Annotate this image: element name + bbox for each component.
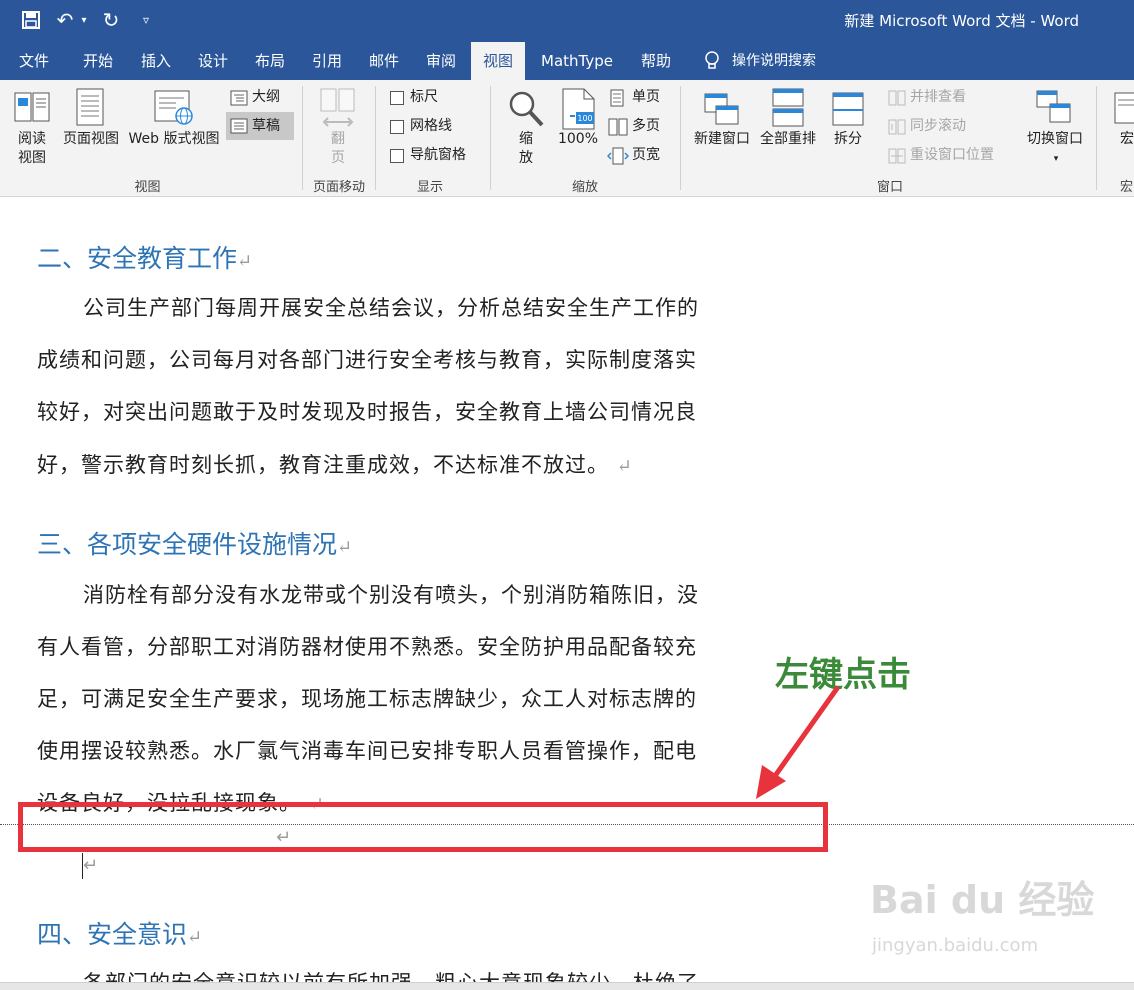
print-layout-label[interactable]: 页面视图 — [58, 130, 124, 149]
gridlines-checkbox[interactable] — [390, 120, 404, 134]
ribbon-view: 阅读 视图 页面视图 Web 版式视图 大纲 草稿 视图 翻页 页面移动 标尺 网… — [0, 80, 1134, 197]
paragraph-mark: ↵ — [83, 855, 99, 876]
tab-view[interactable]: 视图 — [471, 42, 525, 80]
group-separator — [490, 86, 491, 190]
highlight-box — [18, 802, 828, 852]
split-label[interactable]: 拆分 — [824, 130, 872, 149]
tab-references[interactable]: 引用 — [301, 42, 353, 80]
split-icon[interactable] — [832, 92, 864, 130]
tab-insert[interactable]: 插入 — [130, 42, 182, 80]
ribbon-tabs: 文件 开始 插入 设计 布局 引用 邮件 审阅 视图 MathType 帮助 操… — [0, 42, 1134, 80]
title-bar: ↶ ▾ ↻ ▿ 新建 Microsoft Word 文档 - Word — [0, 0, 1134, 42]
switch-windows-label[interactable]: 切换窗口 — [1020, 130, 1090, 149]
zoom-100-label[interactable]: 100% — [554, 130, 602, 149]
web-layout-label[interactable]: Web 版式视图 — [124, 130, 224, 149]
document-canvas[interactable]: 二、安全教育工作↵ 公司生产部门每周开展安全总结会议，分析总结安全生产工作的 成… — [0, 197, 1134, 990]
group-zoom-label: 缩放 — [571, 180, 598, 195]
tab-review[interactable]: 审阅 — [415, 42, 467, 80]
page-width-icon[interactable] — [606, 147, 630, 169]
macros-icon[interactable] — [1114, 92, 1134, 128]
tell-me-search[interactable]: 操作说明搜索 — [732, 42, 832, 80]
draft-icon — [230, 118, 248, 138]
heading-hardware-facilities[interactable]: 三、各项安全硬件设施情况↵ — [37, 525, 352, 561]
group-macros-label: 宏 — [1120, 180, 1134, 195]
print-layout-icon[interactable] — [76, 88, 104, 130]
switch-windows-dropdown-icon[interactable]: ▾ — [1046, 150, 1066, 169]
tab-mailings[interactable]: 邮件 — [358, 42, 410, 80]
tab-file[interactable]: 文件 — [8, 42, 60, 80]
arrange-all-label[interactable]: 全部重排 — [756, 130, 820, 149]
paragraph-mark: ↵ — [237, 251, 253, 272]
paragraph-line[interactable]: 成绩和问题，公司每月对各部门进行安全考核与教育，实际制度落实 — [37, 344, 737, 374]
arrange-all-icon[interactable] — [772, 88, 804, 132]
tab-help[interactable]: 帮助 — [632, 42, 680, 80]
gridlines-label[interactable]: 网格线 — [410, 117, 470, 136]
paragraph-mark: ↵ — [616, 456, 633, 477]
tab-mathtype[interactable]: MathType — [533, 42, 621, 80]
multiple-pages-icon[interactable] — [608, 118, 628, 140]
group-separator — [1096, 86, 1097, 190]
horizontal-scrollbar[interactable] — [0, 982, 1134, 990]
outline-label[interactable]: 大纲 — [252, 88, 288, 107]
heading-safety-awareness[interactable]: 四、安全意识↵ — [37, 915, 202, 951]
group-separator — [302, 86, 303, 190]
group-views-label: 视图 — [134, 180, 161, 195]
view-side-by-side-label: 并排查看 — [910, 89, 966, 105]
flip-label: 翻页 — [331, 131, 345, 166]
new-window-icon[interactable] — [704, 88, 740, 132]
nav-pane-checkbox[interactable] — [390, 149, 404, 163]
multiple-pages-label[interactable]: 多页 — [632, 117, 682, 136]
one-page-icon[interactable] — [610, 89, 624, 111]
paragraph-line[interactable]: 公司生产部门每周开展安全总结会议，分析总结安全生产工作的 — [37, 292, 737, 322]
nav-pane-label[interactable]: 导航窗格 — [410, 146, 480, 165]
paragraph-line[interactable]: 消防栓有部分没有水龙带或个别没有喷头，个别消防箱陈旧，没 — [37, 579, 737, 609]
watermark-logo: Bai du 经验 — [870, 878, 1095, 922]
view-side-by-side-icon — [888, 90, 906, 110]
paragraph-line[interactable]: 有人看管，分部职工对消防器材使用不熟悉。安全防护用品配备较充 — [37, 631, 737, 661]
sync-scroll-label: 同步滚动 — [910, 118, 966, 134]
macros-label[interactable]: 宏 — [1120, 130, 1134, 149]
read-mode-icon[interactable] — [14, 90, 50, 128]
one-page-label[interactable]: 单页 — [632, 88, 682, 107]
paragraph-line[interactable]: 使用摆设较熟悉。水厂氯气消毒车间已安排专职人员看管操作，配电 — [37, 735, 737, 765]
lightbulb-icon — [700, 42, 724, 80]
heading-safety-education[interactable]: 二、安全教育工作↵ — [37, 239, 252, 275]
zoom-magnifier-icon[interactable] — [508, 90, 544, 132]
page-width-label[interactable]: 页宽 — [632, 146, 682, 165]
group-window-label: 窗口 — [876, 180, 903, 195]
tab-home[interactable]: 开始 — [72, 42, 124, 80]
window-title: 新建 Microsoft Word 文档 - Word — [844, 12, 1079, 30]
zoom-label[interactable]: 缩放 — [510, 130, 542, 168]
paragraph-line[interactable]: 好，警示教育时刻长抓，教育注重成效，不达标准不放过。 ↵ — [37, 449, 737, 479]
read-mode-label[interactable]: 阅读 视图 — [10, 130, 54, 168]
ruler-label[interactable]: 标尺 — [410, 88, 470, 107]
group-page-move-label: 页面移动 — [312, 180, 365, 195]
ruler-checkbox[interactable] — [390, 91, 404, 105]
reset-window-label: 重设窗口位置 — [910, 147, 994, 163]
group-separator — [680, 86, 681, 190]
paragraph-line[interactable]: 足，可满足安全生产要求，现场施工标志牌缺少，众工人对标志牌的 — [37, 683, 737, 713]
watermark-url: jingyan.baidu.com — [872, 935, 1039, 956]
tab-design[interactable]: 设计 — [187, 42, 239, 80]
sync-scroll-icon — [888, 119, 906, 139]
group-separator — [375, 86, 376, 190]
outline-icon[interactable] — [230, 90, 248, 110]
paragraph-mark: ↵ — [337, 537, 353, 558]
group-show-label: 显示 — [416, 180, 443, 195]
web-layout-icon[interactable] — [154, 90, 194, 130]
annotation-arrow — [756, 685, 841, 799]
draft-label: 草稿 — [252, 118, 280, 134]
svg-text:100: 100 — [577, 114, 592, 123]
new-window-label[interactable]: 新建窗口 — [690, 130, 754, 149]
paragraph-line[interactable]: 较好，对突出问题敢于及时发现及时报告，安全教育上墙公司情况良 — [37, 396, 737, 426]
switch-windows-icon[interactable] — [1036, 90, 1072, 128]
tab-layout[interactable]: 布局 — [244, 42, 296, 80]
reset-window-icon — [888, 148, 906, 168]
paragraph-mark: ↵ — [187, 927, 203, 948]
zoom-100-icon[interactable]: 100 — [562, 88, 596, 134]
